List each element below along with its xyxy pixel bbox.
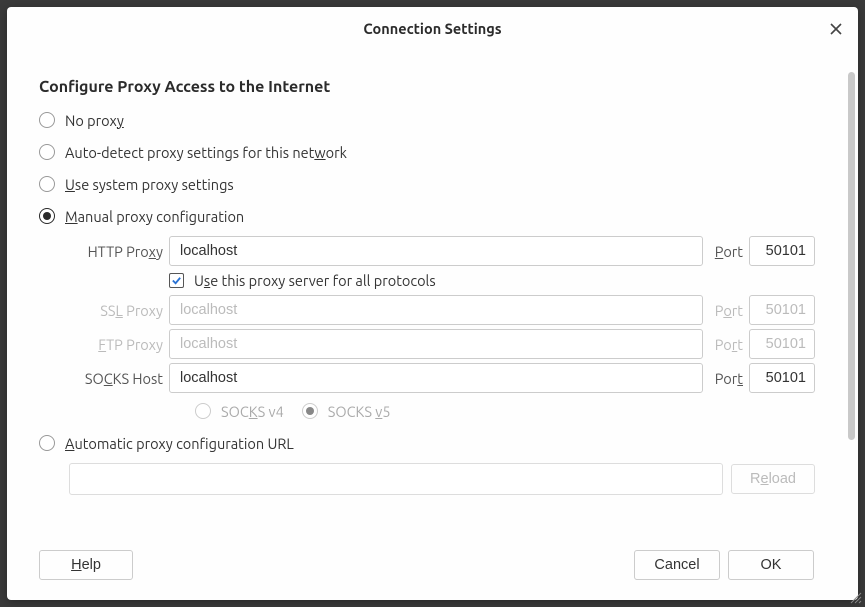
dialog-titlebar: Connection Settings xyxy=(7,7,858,50)
socks-port-label: Port xyxy=(709,370,743,387)
radio-icon xyxy=(39,176,55,192)
close-icon xyxy=(830,23,842,35)
radio-label: Use system proxy settings xyxy=(65,176,234,193)
dialog-content: Configure Proxy Access to the Internet N… xyxy=(7,50,845,540)
ssl-proxy-host-input xyxy=(169,295,703,325)
http-proxy-host-input[interactable] xyxy=(169,236,703,266)
ssl-proxy-row: SSL Proxy Port xyxy=(69,295,815,325)
dialog-body: Configure Proxy Access to the Internet N… xyxy=(7,50,858,540)
close-button[interactable] xyxy=(824,17,848,41)
radio-icon xyxy=(195,403,211,419)
ssl-proxy-label: SSL Proxy xyxy=(69,302,163,319)
ssl-port-label: Port xyxy=(709,302,743,319)
scrollbar-thumb[interactable] xyxy=(848,72,855,440)
http-proxy-port-input[interactable] xyxy=(749,236,815,266)
radio-icon xyxy=(39,208,55,224)
socks-host-label: SOCKS Host xyxy=(69,370,163,387)
http-port-label: Port xyxy=(709,243,743,260)
reload-button: Reload xyxy=(731,464,815,494)
vertical-scrollbar[interactable] xyxy=(845,50,858,540)
resize-grip-icon[interactable] xyxy=(849,591,863,605)
option-auto-config-url[interactable]: Automatic proxy configuration URL xyxy=(39,431,815,455)
ftp-port-label: Port xyxy=(709,336,743,353)
pac-url-row: Reload xyxy=(69,463,815,495)
http-proxy-label: HTTP Proxy xyxy=(69,243,163,260)
radio-label: Auto-detect proxy settings for this netw… xyxy=(65,144,347,161)
socks-proxy-row: SOCKS Host Port xyxy=(69,363,815,393)
help-button[interactable]: Help xyxy=(39,550,133,580)
dialog-title: Connection Settings xyxy=(363,20,501,37)
radio-icon xyxy=(302,403,318,419)
ftp-proxy-label: FTP Proxy xyxy=(69,336,163,353)
radio-label: SOCKS v4 xyxy=(221,403,284,420)
option-socks-v5: SOCKS v5 xyxy=(302,399,391,423)
ftp-proxy-port-input xyxy=(749,329,815,359)
section-heading: Configure Proxy Access to the Internet xyxy=(39,78,815,96)
option-manual[interactable]: Manual proxy configuration xyxy=(39,204,815,228)
dialog-footer: Help Cancel OK xyxy=(7,540,858,600)
ftp-proxy-host-input xyxy=(169,329,703,359)
checkbox-icon xyxy=(169,273,184,288)
socks-port-input[interactable] xyxy=(749,363,815,393)
ok-button[interactable]: OK xyxy=(728,550,814,580)
radio-label: SOCKS v5 xyxy=(328,403,391,420)
manual-proxy-block: HTTP Proxy Port Use this proxy server fo… xyxy=(69,236,815,423)
radio-icon xyxy=(39,112,55,128)
option-auto-detect[interactable]: Auto-detect proxy settings for this netw… xyxy=(39,140,815,164)
radio-icon xyxy=(39,144,55,160)
radio-icon xyxy=(39,435,55,451)
option-use-system[interactable]: Use system proxy settings xyxy=(39,172,815,196)
socks-version-row: SOCKS v4 SOCKS v5 xyxy=(169,399,815,423)
radio-label: Manual proxy configuration xyxy=(65,208,244,225)
pac-url-input xyxy=(69,463,723,495)
option-socks-v4: SOCKS v4 xyxy=(195,399,284,423)
radio-label: Automatic proxy configuration URL xyxy=(65,435,294,452)
checkbox-label: Use this proxy server for all protocols xyxy=(194,272,436,289)
radio-label: No proxy xyxy=(65,112,124,129)
use-for-all-row[interactable]: Use this proxy server for all protocols xyxy=(169,272,815,289)
connection-settings-dialog: Connection Settings Configure Proxy Acce… xyxy=(7,7,858,600)
socks-host-input[interactable] xyxy=(169,363,703,393)
ssl-proxy-port-input xyxy=(749,295,815,325)
cancel-button[interactable]: Cancel xyxy=(634,550,720,580)
ftp-proxy-row: FTP Proxy Port xyxy=(69,329,815,359)
option-no-proxy[interactable]: No proxy xyxy=(39,108,815,132)
http-proxy-row: HTTP Proxy Port xyxy=(69,236,815,266)
